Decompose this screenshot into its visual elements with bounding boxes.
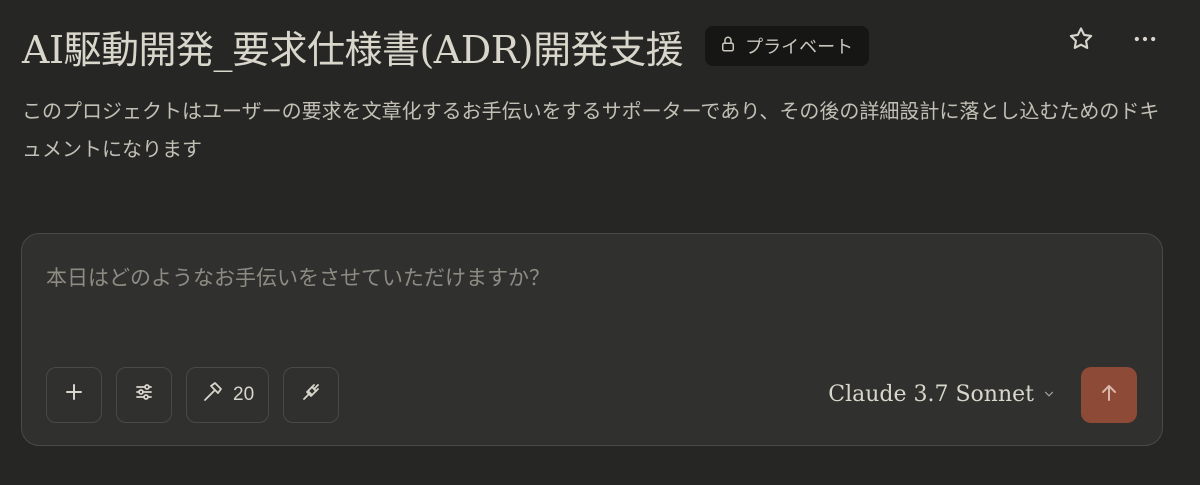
arrow-up-icon: [1097, 381, 1121, 409]
privacy-label: プライベート: [745, 37, 854, 58]
chevron-down-icon: [1042, 382, 1056, 407]
integrations-button[interactable]: [283, 367, 340, 423]
page-title: AI駆動開発_要求仕様書(ADR)開発支援: [22, 27, 684, 72]
privacy-badge: プライベート: [705, 26, 870, 66]
tools-count: 20: [233, 384, 255, 405]
header-actions: [1066, 26, 1160, 56]
plug-icon: [299, 380, 323, 410]
sliders-icon: [132, 380, 156, 410]
project-page: AI駆動開発_要求仕様書(ADR)開発支援 プライベート このプロジェクトはユー…: [0, 0, 1200, 485]
lock-icon: [719, 35, 737, 58]
more-horizontal-icon: [1131, 25, 1159, 57]
add-content-button[interactable]: [46, 367, 102, 423]
project-header: AI駆動開発_要求仕様書(ADR)開発支援 プライベート: [22, 18, 1160, 74]
hammer-icon: [201, 380, 225, 410]
send-button[interactable]: [1081, 367, 1137, 423]
favorite-button[interactable]: [1066, 26, 1096, 56]
project-description: このプロジェクトはユーザーの要求を文章化するお手伝いをするサポーターであり、その…: [22, 99, 1160, 161]
model-label: Claude 3.7 Sonnet: [828, 382, 1034, 407]
composer-toolbar: 20: [46, 367, 340, 423]
plus-icon: [62, 380, 86, 410]
more-options-button[interactable]: [1130, 26, 1160, 56]
tools-button[interactable]: 20: [186, 367, 270, 423]
message-composer: 本日はどのようなお手伝いをさせていただけますか？ 20 Claude 3.7 S…: [21, 233, 1163, 446]
star-icon: [1067, 25, 1095, 57]
message-input[interactable]: 本日はどのようなお手伝いをさせていただけますか？: [46, 262, 1136, 292]
settings-button[interactable]: [116, 367, 172, 423]
model-selector[interactable]: Claude 3.7 Sonnet: [828, 382, 1056, 407]
